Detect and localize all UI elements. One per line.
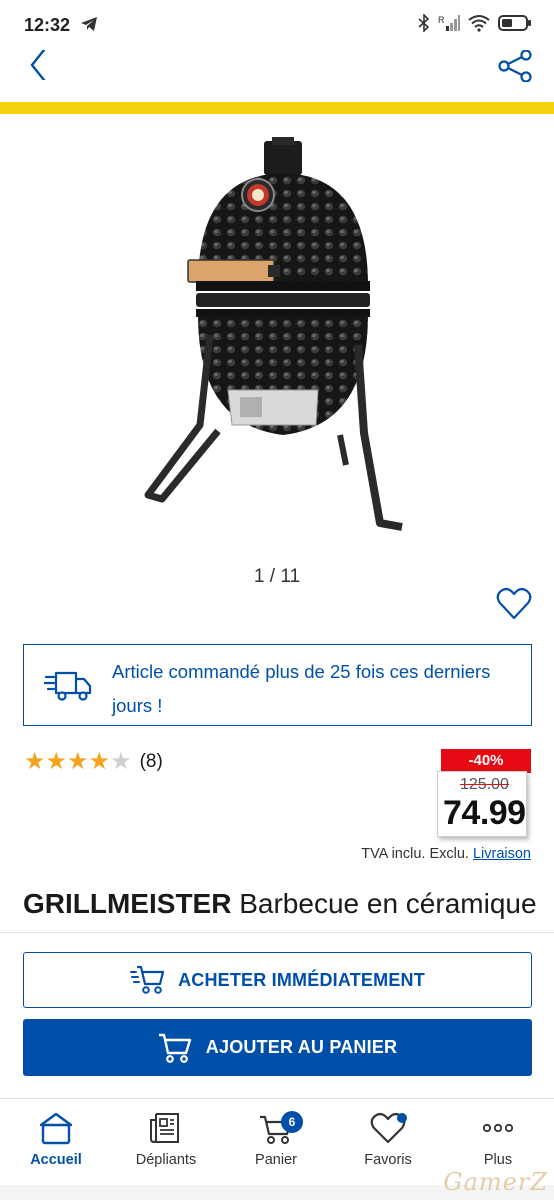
tax-text: TVA inclu. Exclu. — [361, 846, 469, 862]
brand-accent-bar — [0, 102, 554, 114]
kamado-grill-image[interactable] — [140, 135, 420, 535]
watermark: GamerZ — [443, 1168, 548, 1196]
nav-item-favoris[interactable]: Favoris — [333, 1109, 443, 1168]
favorites-notification-dot — [397, 1113, 407, 1123]
popularity-message: Article commandé plus de 25 fois ces der… — [112, 661, 491, 716]
bottom-navigation: Accueil Dépliants 6 Panier Favoris Plus — [0, 1098, 554, 1178]
add-to-cart-button[interactable]: AJOUTER AU PANIER — [23, 1019, 532, 1076]
nav-label-panier: Panier — [255, 1152, 297, 1168]
discount-badge: -40% — [441, 749, 531, 773]
signal-icon: R — [438, 15, 460, 31]
image-counter: 1 / 11 — [253, 566, 301, 587]
tax-info: TVA inclu. Exclu. Livraison — [361, 846, 531, 862]
add-to-cart-label: AJOUTER AU PANIER — [205, 1037, 398, 1057]
current-price: 74.99 — [443, 794, 526, 832]
nav-item-accueil[interactable]: Accueil — [1, 1109, 111, 1168]
nav-label-depliants: Dépliants — [135, 1152, 197, 1168]
delivery-link[interactable]: Livraison — [473, 846, 531, 862]
nav-label-accueil: Accueil — [30, 1152, 82, 1168]
star-icon: ★ — [45, 748, 68, 775]
price-box: 125.00 74.99 — [437, 771, 527, 837]
old-price: 125.00 — [460, 776, 509, 793]
bluetooth-icon — [418, 14, 430, 32]
share-icon[interactable] — [498, 50, 534, 82]
home-icon — [39, 1112, 73, 1145]
buy-now-button[interactable]: ACHETER IMMÉDIATEMENT — [23, 952, 532, 1008]
chevron-left-icon[interactable] — [28, 50, 58, 80]
svg-text:R: R — [438, 15, 445, 25]
wishlist-heart-icon[interactable] — [496, 586, 532, 622]
delivery-truck-icon — [44, 671, 92, 701]
star-icon: ★ — [88, 748, 111, 775]
app-header — [0, 50, 554, 102]
product-brand: GRILLMEISTER — [23, 888, 232, 919]
star-icon: ★ — [67, 748, 89, 775]
popularity-info-box: Article commandé plus de 25 fois ces der… — [23, 644, 532, 726]
express-cart-icon — [130, 965, 165, 994]
nav-item-panier[interactable]: 6 Panier — [221, 1109, 331, 1168]
more-icon — [482, 1123, 514, 1133]
rating-count[interactable]: (8) — [140, 751, 163, 773]
nav-label-plus: Plus — [483, 1152, 513, 1168]
divider — [0, 932, 554, 933]
product-name: Barbecue en céramique — [239, 888, 537, 919]
cart-count-badge: 6 — [281, 1111, 303, 1133]
star-icon: ★ — [24, 748, 46, 775]
status-bar: 12:32 R — [0, 0, 554, 50]
wifi-icon — [468, 15, 490, 32]
nav-item-depliants[interactable]: Dépliants — [111, 1109, 221, 1168]
telegram-icon — [81, 17, 97, 31]
buy-now-label: ACHETER IMMÉDIATEMENT — [178, 969, 425, 990]
status-time: 12:32 — [24, 15, 71, 35]
leaflet-icon — [150, 1113, 179, 1143]
cart-icon — [158, 1033, 191, 1063]
battery-icon — [498, 15, 531, 31]
star-icon: ★ — [110, 748, 132, 775]
nav-item-plus[interactable]: Plus — [443, 1109, 553, 1168]
nav-label-favoris: Favoris — [364, 1152, 412, 1168]
rating[interactable]: ★ ★ ★ ★ ★ (8) — [24, 750, 163, 774]
product-title: GRILLMEISTER Barbecue en céramique — [23, 888, 537, 920]
